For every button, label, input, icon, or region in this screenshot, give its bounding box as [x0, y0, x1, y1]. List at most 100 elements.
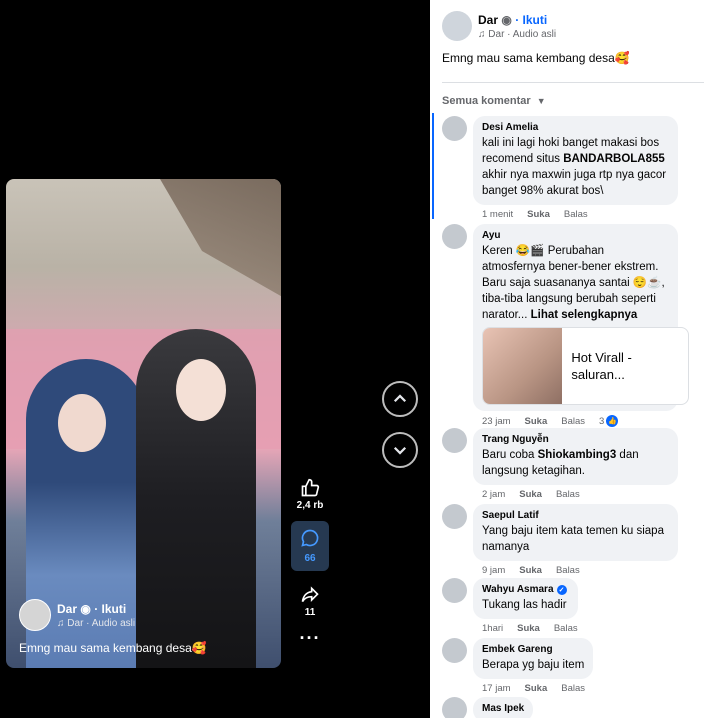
avatar[interactable]: [19, 599, 51, 631]
next-video-button[interactable]: [382, 432, 418, 468]
video-author-name[interactable]: Dar: [57, 602, 77, 616]
reaction-count[interactable]: 3 👍: [599, 415, 619, 427]
face-left: [58, 394, 106, 452]
comment-bubble: Wahyu Asmara ✓ Tukang las hadir: [473, 578, 578, 619]
like-link[interactable]: Suka: [527, 209, 550, 220]
commenter-name[interactable]: Desi Amelia: [482, 122, 669, 133]
comments-panel: Dar ◉ · Ikuti ♫ Dar · Audio asli Emng ma…: [430, 0, 707, 718]
video-stage: Dar ◉ · Ikuti ♫ Dar · Audio asli Emng ma…: [0, 0, 430, 718]
commenter-name[interactable]: Embek Gareng: [482, 644, 584, 655]
comment-time: 1hari: [482, 623, 504, 634]
reply-link[interactable]: Balas: [564, 209, 588, 220]
avatar[interactable]: [442, 504, 467, 529]
commenter-name[interactable]: Mas Ipek: [482, 703, 524, 714]
divider: [442, 82, 704, 83]
like-link[interactable]: Suka: [519, 565, 542, 576]
more-options-button[interactable]: ···: [300, 628, 321, 649]
avatar[interactable]: [442, 11, 472, 41]
music-note-icon: ♫: [57, 617, 65, 629]
comment-item: Ayu Keren 😂🎬 Perubahan atmosfernya bener…: [442, 224, 702, 427]
commenter-name[interactable]: Trang Nguyễn: [482, 434, 669, 445]
follow-link[interactable]: · Ikuti: [94, 602, 126, 616]
comment-text: Tukang las hadir: [482, 599, 567, 611]
comment-sort-dropdown[interactable]: Semua komentar ▼: [442, 95, 546, 107]
reply-link[interactable]: Balas: [556, 565, 580, 576]
previous-video-button[interactable]: [382, 381, 418, 417]
comment-item: Trang Nguyễn Baru coba Shiokambing3 dan …: [442, 428, 702, 500]
video-author: Dar ◉ · Ikuti ♫ Dar · Audio asli: [19, 599, 135, 631]
video-player[interactable]: Dar ◉ · Ikuti ♫ Dar · Audio asli Emng ma…: [6, 179, 281, 668]
comment-bubble-icon: [300, 528, 320, 553]
music-note-icon: ♫: [478, 28, 486, 40]
commenter-name[interactable]: Wahyu Asmara: [482, 584, 554, 595]
sort-label: Semua komentar: [442, 95, 531, 107]
comment-item: Embek Gareng Berapa yg baju item 17 jam …: [442, 638, 702, 694]
avatar[interactable]: [442, 428, 467, 453]
see-more-link[interactable]: Lihat selengkapnya: [531, 309, 638, 321]
comment-item: Mas Ipek: [442, 697, 702, 718]
reply-link[interactable]: Balas: [556, 489, 580, 500]
share-arrow-icon: [298, 583, 322, 607]
comment-bubble: Desi Amelia kali ini lagi hoki banget ma…: [473, 116, 678, 205]
comment-text: Berapa yg baju item: [482, 659, 585, 671]
caret-down-icon: ▼: [536, 96, 546, 106]
avatar[interactable]: [442, 697, 467, 718]
like-link[interactable]: Suka: [525, 683, 548, 694]
avatar[interactable]: [442, 638, 467, 663]
link-thumbnail: [483, 328, 563, 404]
link-preview-card[interactable]: Hot Virall - saluran...: [482, 327, 689, 405]
comment-item: Desi Amelia kali ini lagi hoki banget ma…: [442, 116, 702, 220]
like-button[interactable]: 2,4 rb: [296, 476, 324, 511]
post-audio[interactable]: Dar · Audio asli: [488, 29, 556, 40]
avatar[interactable]: [442, 224, 467, 249]
comment-text: Baru coba Shiokambing3 dan langsung keta…: [482, 449, 639, 477]
commenter-name-row: Wahyu Asmara ✓: [482, 584, 569, 595]
avatar[interactable]: [442, 578, 467, 603]
globe-icon: ◉: [501, 12, 512, 27]
comment-bubble: Embek Gareng Berapa yg baju item: [473, 638, 594, 679]
comment-time: 2 jam: [482, 489, 506, 500]
like-link[interactable]: Suka: [519, 489, 542, 500]
highlight-bar: [432, 113, 434, 219]
reply-link[interactable]: Balas: [561, 416, 585, 427]
post-author-name[interactable]: Dar: [478, 13, 498, 27]
comment-time: 1 menit: [482, 209, 514, 220]
comment-bubble: Ayu Keren 😂🎬 Perubahan atmosfernya bener…: [473, 224, 689, 411]
comment-text: Keren 😂🎬 Perubahan atmosfernya bener-ben…: [482, 245, 665, 321]
avatar[interactable]: [442, 116, 467, 141]
comment-time: 9 jam: [482, 565, 506, 576]
globe-icon: ◉: [80, 601, 91, 616]
share-button[interactable]: 11: [298, 583, 322, 618]
chevron-up-icon: [393, 394, 407, 403]
action-rail: 2,4 rb 66 11 ···: [291, 476, 329, 649]
verified-badge-icon: ✓: [556, 584, 567, 595]
comment-time: 17 jam: [482, 683, 511, 694]
comment-item: Wahyu Asmara ✓ Tukang las hadir 1hari Suk…: [442, 578, 702, 634]
chevron-down-icon: [393, 446, 407, 455]
video-audio[interactable]: Dar · Audio asli: [67, 618, 135, 629]
post-caption: Emng mau sama kembang desa🥰: [442, 51, 630, 65]
follow-link[interactable]: · Ikuti: [515, 13, 547, 27]
like-count: 2,4 rb: [296, 500, 324, 511]
comment-time: 23 jam: [482, 415, 511, 427]
comment-bubble: Trang Nguyễn Baru coba Shiokambing3 dan …: [473, 428, 678, 485]
link-title: Hot Virall - saluran...: [571, 350, 632, 382]
commenter-name[interactable]: Saepul Latif: [482, 510, 669, 521]
comment-bubble: Saepul Latif Yang baju item kata temen k…: [473, 504, 678, 561]
share-count: 11: [304, 607, 316, 618]
reply-link[interactable]: Balas: [554, 623, 578, 634]
commenter-name[interactable]: Ayu: [482, 230, 669, 241]
face-right: [176, 359, 226, 421]
reply-link[interactable]: Balas: [561, 683, 585, 694]
comment-text: Yang baju item kata temen ku siapa naman…: [482, 525, 664, 553]
like-reaction-icon: 👍: [606, 415, 619, 427]
comment-button[interactable]: 66: [291, 521, 329, 571]
roof: [160, 179, 281, 299]
comment-count: 66: [304, 553, 316, 564]
like-link[interactable]: Suka: [517, 623, 540, 634]
post-header: Dar ◉ · Ikuti ♫ Dar · Audio asli: [442, 11, 556, 41]
comment-text: kali ini lagi hoki banget makasi bos rec…: [482, 137, 667, 197]
video-caption: Emng mau sama kembang desa🥰: [19, 641, 207, 655]
like-link[interactable]: Suka: [525, 416, 548, 427]
thumbs-up-icon: [298, 476, 322, 500]
